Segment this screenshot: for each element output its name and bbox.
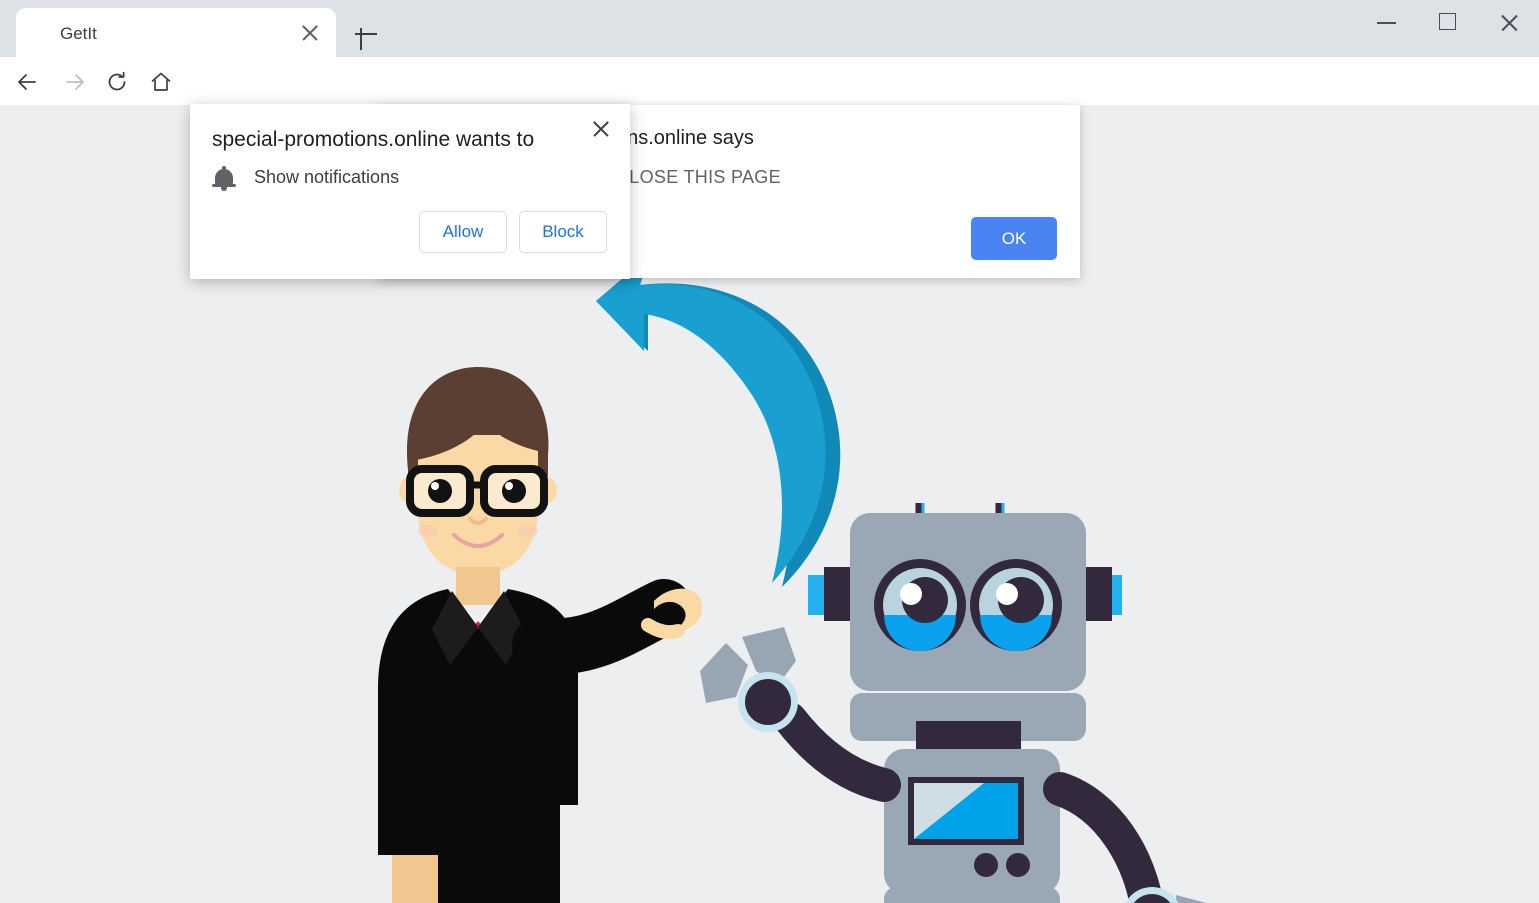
permission-title: special-promotions.online wants to [212, 128, 535, 151]
browser-tab[interactable]: GetIt [16, 8, 336, 57]
close-icon[interactable] [588, 116, 614, 142]
home-icon [151, 72, 171, 91]
home-button[interactable] [144, 65, 178, 99]
blue-arrow-icon [596, 255, 841, 587]
reload-button[interactable] [100, 65, 134, 99]
back-button[interactable] [10, 65, 44, 99]
forward-arrow-icon [66, 74, 84, 90]
alert-title: ons.online says [616, 127, 754, 149]
minimize-button[interactable] [1356, 0, 1417, 45]
alert-ok-button[interactable]: OK [971, 217, 1057, 260]
allow-button[interactable]: Allow [419, 211, 507, 253]
alert-message: CLOSE THIS PAGE [616, 167, 781, 187]
businessman-illustration [378, 367, 703, 903]
permission-description: Show notifications [254, 167, 400, 187]
notification-permission-dialog: special-promotions.online wants to Show … [190, 104, 630, 279]
tab-strip: GetIt [0, 0, 1539, 57]
new-tab-button[interactable] [350, 18, 382, 50]
reload-icon [108, 71, 126, 91]
window-close-button[interactable] [1478, 0, 1539, 45]
forward-button [58, 65, 92, 99]
close-icon[interactable] [298, 21, 322, 45]
window-controls [1356, 0, 1539, 45]
block-button[interactable]: Block [519, 211, 607, 253]
tab-title: GetIt [60, 24, 97, 43]
bell-icon [212, 166, 236, 192]
maximize-button[interactable] [1417, 0, 1478, 45]
browser-toolbar: special-promotions.online/lp/captcha/?ta… [0, 57, 1539, 158]
browser-window: GetIt ons.online says CLOSE THIS PAGE OK… [0, 0, 1539, 903]
back-arrow-icon [18, 74, 36, 90]
